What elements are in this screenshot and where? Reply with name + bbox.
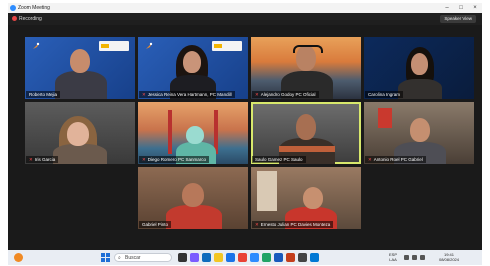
rocket-icon (33, 42, 40, 49)
close-button[interactable]: × (468, 3, 482, 13)
speaker-view-button[interactable]: Speaker View (440, 15, 476, 23)
recording-label: Recording (19, 16, 42, 22)
person-head (411, 53, 428, 75)
person-head (67, 122, 89, 146)
wifi-icon[interactable] (404, 255, 409, 260)
teams-icon[interactable] (190, 253, 199, 262)
mic-muted-icon: ✕ (255, 222, 259, 227)
participant-name: ✕ Ernesto Julian PC Davies Monteza (252, 221, 334, 228)
search-icon: ⌕ (118, 255, 121, 261)
outlook-icon[interactable] (226, 253, 235, 262)
chrome-icon[interactable] (238, 253, 247, 262)
participant-name: Roberto Mejia (26, 91, 61, 98)
participant-name: Gabriel Pinto (139, 221, 172, 228)
volume-icon[interactable] (412, 255, 417, 260)
person-head (296, 114, 316, 140)
person-body (53, 144, 107, 164)
recording-icon (12, 16, 17, 21)
shirt-stripe (279, 146, 335, 152)
participant-name: ✕ Iris Garcia (26, 156, 59, 163)
participant-name: Carolina Ingram (365, 91, 404, 98)
headset-icon (293, 45, 323, 53)
mic-muted-icon: ✕ (368, 157, 372, 162)
windows-start-button[interactable] (101, 253, 110, 262)
mic-muted-icon: ✕ (255, 92, 259, 97)
title-bar: Zoom Meeting – □ × (8, 3, 482, 13)
person-head (182, 183, 204, 207)
person-head (183, 51, 201, 73)
participant-tile[interactable]: Carolina Ingram (364, 37, 474, 99)
zoom-taskbar-icon[interactable] (250, 253, 259, 262)
participant-tile-active-speaker[interactable]: Saulo Gamez PC Saulo (251, 102, 361, 164)
room-door (257, 171, 277, 211)
zoom-screen: Zoom Meeting – □ × Recording Speaker Vie… (8, 3, 482, 265)
company-logo (212, 41, 242, 51)
settings-icon[interactable] (298, 253, 307, 262)
company-logo (99, 41, 129, 51)
file-explorer-icon[interactable] (214, 253, 223, 262)
participant-name: ✕ Antonio Roel PC Gabriel (365, 156, 426, 163)
participant-tile[interactable]: ✕ Iris Garcia (25, 102, 135, 164)
participant-tile[interactable]: ✕ Antonio Roel PC Gabriel (364, 102, 474, 164)
weather-icon[interactable] (14, 253, 23, 262)
task-view-icon[interactable] (178, 253, 187, 262)
participant-tile[interactable]: ✕ Diego Romero PC Sanmarco (138, 102, 248, 164)
participant-tile[interactable]: ✕ Alejandro Godoy PC Oficial (251, 37, 361, 99)
windows-taskbar: ⌕ Buscar ESP LAA 19:41 08/08/2024 (8, 250, 482, 265)
store-icon[interactable] (310, 253, 319, 262)
person-head (410, 118, 430, 142)
participant-name: Saulo Gamez PC Saulo (252, 156, 306, 163)
bridge-tower (168, 110, 172, 154)
window-title: Zoom Meeting (18, 5, 50, 11)
participant-tile[interactable]: Roberto Mejia (25, 37, 135, 99)
minimize-button[interactable]: – (440, 3, 454, 13)
participant-name: ✕ Jessica Reina Vera Hartmann, PC Mandill (139, 91, 235, 98)
person-head (303, 187, 323, 209)
mic-muted-icon: ✕ (142, 157, 146, 162)
zoom-icon (10, 5, 16, 11)
mic-muted-icon: ✕ (29, 157, 33, 162)
edge-icon[interactable] (202, 253, 211, 262)
language-indicator[interactable]: ESP LAA (386, 252, 400, 262)
clock[interactable]: 19:41 08/08/2024 (434, 252, 464, 262)
person-head (70, 49, 90, 73)
search-placeholder: Buscar (125, 255, 141, 261)
participant-tile[interactable]: ✕ Ernesto Julian PC Davies Monteza (251, 167, 361, 229)
powerpoint-icon[interactable] (286, 253, 295, 262)
participant-name: ✕ Alejandro Godoy PC Oficial (252, 91, 319, 98)
taskbar-search-input[interactable]: ⌕ Buscar (114, 253, 172, 262)
person-body (398, 79, 442, 99)
rocket-icon (146, 42, 153, 49)
person-head (186, 126, 204, 144)
wall-poster (378, 108, 392, 128)
maximize-button[interactable]: □ (454, 3, 468, 13)
mic-muted-icon: ✕ (142, 92, 146, 97)
battery-icon[interactable] (420, 255, 425, 260)
participant-tile[interactable]: ✕ Jessica Reina Vera Hartmann, PC Mandill (138, 37, 248, 99)
meeting-top-bar: Recording Speaker View (8, 13, 482, 25)
excel-icon[interactable] (262, 253, 271, 262)
participant-tile[interactable]: Gabriel Pinto (138, 167, 248, 229)
word-icon[interactable] (274, 253, 283, 262)
participant-name: ✕ Diego Romero PC Sanmarco (139, 156, 210, 163)
person-body (55, 71, 107, 99)
person-body (166, 205, 222, 229)
